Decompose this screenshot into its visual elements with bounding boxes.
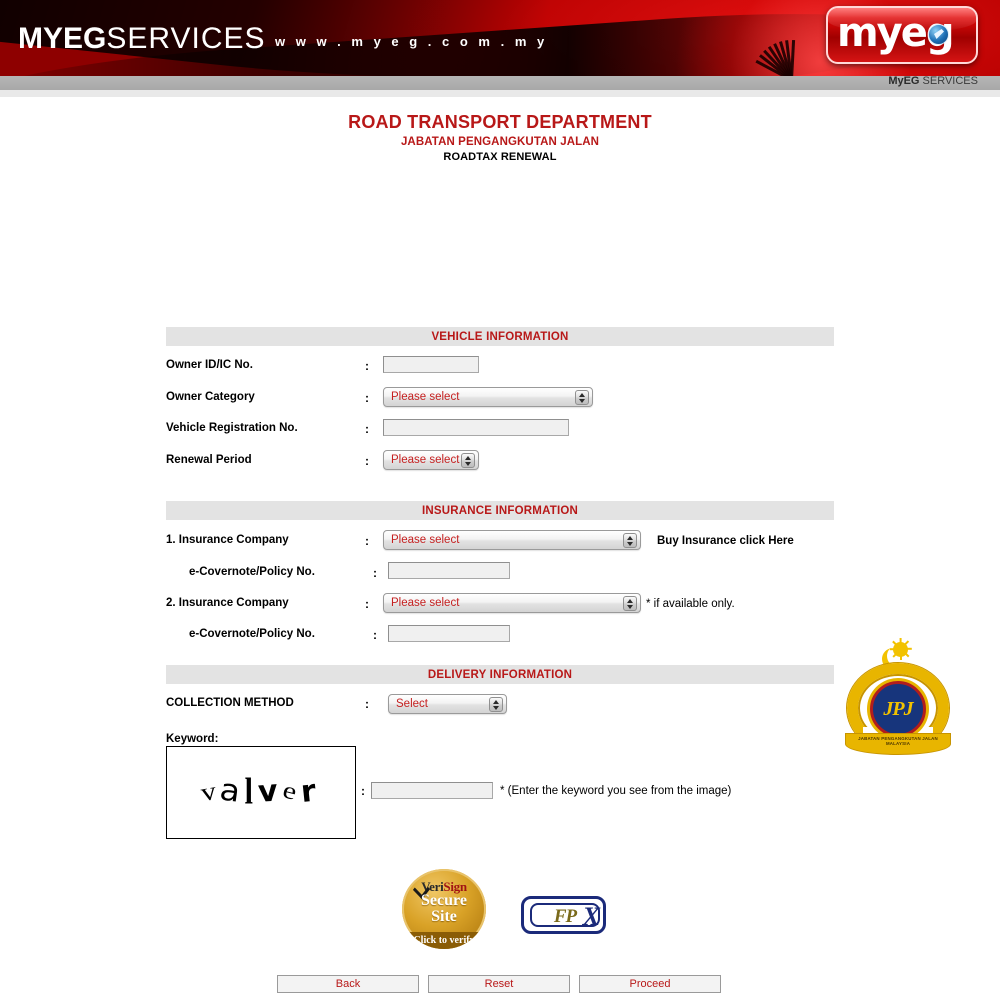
jpj-department-logo: JPJ JABATAN PENGANGKUTAN JALAN MALAYSIA [843,638,953,759]
brand-wordmark-bold: MYEG [18,22,107,55]
covernote-1-label: e-Covernote/Policy No. [189,566,315,578]
owner-category-label: Owner Category [166,391,255,403]
insurance-company-2-note: * if available only. [646,598,735,610]
section-header-vehicle: VEHICLE INFORMATION [166,327,834,346]
keyword-colon: : [361,784,365,798]
section-header-delivery: DELIVERY INFORMATION [166,665,834,684]
captcha-image: valver [166,746,356,839]
page-title: ROAD TRANSPORT DEPARTMENT [348,112,652,132]
fpx-logo-x: X [582,902,600,931]
verisign-line-2: Site [431,908,457,925]
insurance-company-1-colon: : [365,534,369,548]
subbar-brand-label: MyEG SERVICES [888,75,978,87]
subbar-brand-thin: SERVICES [919,75,978,87]
renewal-period-colon: : [365,454,369,468]
captcha-char: v [256,773,284,810]
buy-insurance-link[interactable]: Buy Insurance click Here [657,535,794,547]
jpj-monogram-text: JPJ [883,698,913,720]
brand-wordmark-thin: SERVICES [106,22,266,55]
insurance-company-2-select[interactable]: Please select [383,593,641,613]
keyword-hint: * (Enter the keyword you see from the im… [500,785,732,797]
verisign-brand-b: Sign [443,879,467,894]
reset-button[interactable]: Reset [428,975,570,993]
verisign-line-1: Secure [421,892,467,909]
owner-category-select[interactable]: Please select [383,387,593,407]
collection-method-select[interactable]: Select [388,694,507,714]
page-title-block: ROAD TRANSPORT DEPARTMENT JABATAN PENGAN… [0,112,1000,163]
verisign-secure-site-seal[interactable]: VeriSign Secure Site Click to verify [402,869,486,949]
header-edge-strip [0,90,1000,97]
vehicle-reg-colon: : [365,422,369,436]
insurance-company-2-label: 2. Insurance Company [166,597,289,609]
captcha-image-text: valver [167,771,355,812]
chevron-updown-icon[interactable] [489,697,503,712]
captcha-char: a [217,772,249,811]
renewal-period-value: Please select [391,454,460,466]
vehicle-reg-label: Vehicle Registration No. [166,422,298,434]
brand-website-url: w w w . m y e g . c o m . m y [275,34,548,49]
keyword-input[interactable] [371,782,493,799]
site-header-banner: MYEGSERVICES w w w . m y e g . c o m . m… [0,0,1000,76]
collection-method-value: Select [396,698,428,710]
renewal-period-select[interactable]: Please select [383,450,479,470]
captcha-char: r [299,773,323,810]
owner-id-label: Owner ID/IC No. [166,359,253,371]
chevron-updown-icon[interactable] [623,596,637,611]
proceed-button[interactable]: Proceed [579,975,721,993]
back-button[interactable]: Back [277,975,419,993]
owner-id-colon: : [365,359,369,373]
section-header-insurance: INSURANCE INFORMATION [166,501,834,520]
chevron-updown-icon[interactable] [575,390,589,405]
myeg-logo-badge[interactable]: myeg [826,6,978,64]
covernote-2-label: e-Covernote/Policy No. [189,628,315,640]
page-service-name: ROADTAX RENEWAL [443,151,557,163]
covernote-1-input[interactable] [388,562,510,579]
insurance-company-1-label: 1. Insurance Company [166,534,289,546]
page-subtitle-malay: JABATAN PENGANGKUTAN JALAN [400,136,600,148]
covernote-1-colon: : [373,566,377,580]
chevron-updown-icon[interactable] [461,453,475,468]
fpx-logo: FP X [521,896,606,934]
brand-wordmark: MYEGSERVICES [18,22,266,56]
owner-id-input[interactable] [383,356,479,373]
globe-swoosh-icon [928,24,949,45]
jpj-scroll-banner: JABATAN PENGANGKUTAN JALAN MALAYSIA [845,733,951,755]
verisign-verify-cta[interactable]: Click to verify [402,932,486,949]
owner-category-value: Please select [391,391,460,403]
collection-method-colon: : [365,697,369,711]
covernote-2-input[interactable] [388,625,510,642]
keyword-label: Keyword: [166,733,219,745]
subbar-brand-bold: MyEG [888,75,920,87]
owner-category-colon: : [365,391,369,405]
insurance-company-2-colon: : [365,597,369,611]
vehicle-reg-input[interactable] [383,419,569,436]
chevron-updown-icon[interactable] [623,533,637,548]
header-subbar: MyEG SERVICES [0,75,1000,90]
covernote-2-colon: : [373,628,377,642]
jpj-scroll-text: JABATAN PENGANGKUTAN JALAN MALAYSIA [858,736,938,746]
insurance-company-1-value: Please select [391,534,460,546]
insurance-company-1-select[interactable]: Please select [383,530,641,550]
insurance-company-2-value: Please select [391,597,460,609]
collection-method-label: COLLECTION METHOD [166,697,294,709]
jpj-monogram-ring: JPJ [870,681,926,737]
renewal-period-label: Renewal Period [166,454,252,466]
